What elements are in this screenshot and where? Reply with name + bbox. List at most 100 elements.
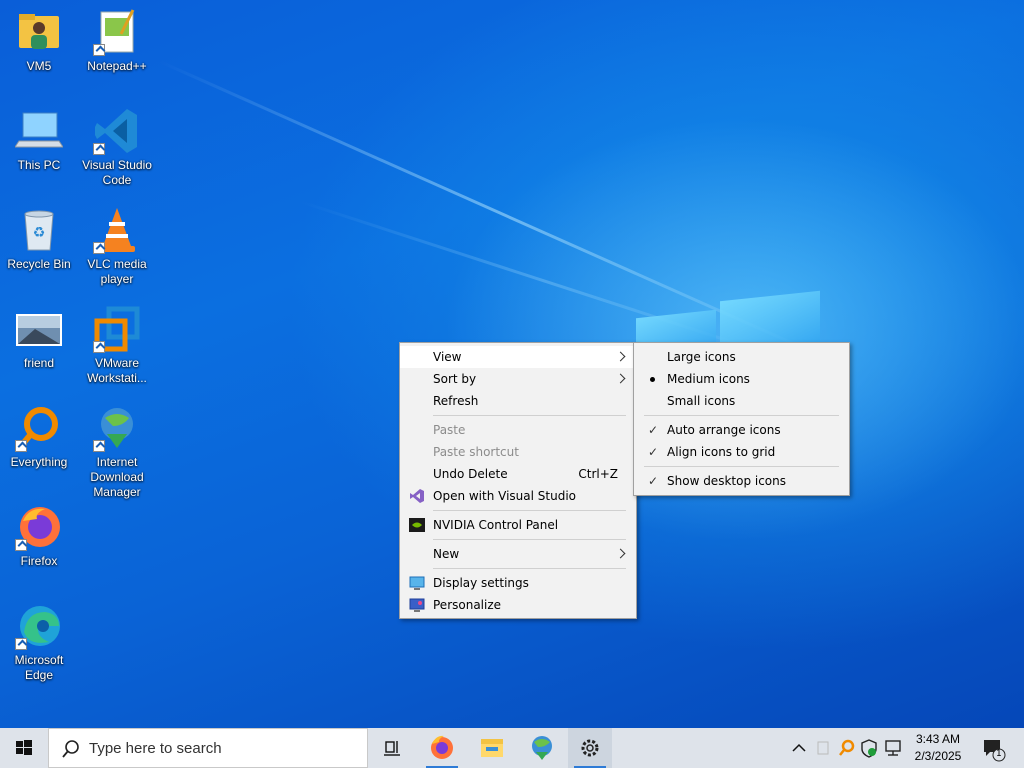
task-view-icon — [384, 741, 400, 756]
desktop-icon-notepadpp[interactable]: Notepad++ — [78, 8, 156, 74]
svg-text:♻: ♻ — [33, 225, 46, 241]
keyboard-shortcut: Ctrl+Z — [578, 467, 618, 481]
menu-item-undo-delete[interactable]: Undo Delete Ctrl+Z — [400, 463, 636, 485]
tray-security[interactable] — [858, 728, 880, 768]
menu-separator — [644, 466, 839, 467]
taskbar-file-explorer[interactable] — [470, 728, 514, 768]
settings-icon — [581, 739, 599, 757]
taskbar-settings[interactable] — [568, 728, 612, 768]
view-submenu: Large icons Medium icons Small icons ✓ Au… — [633, 342, 850, 496]
desktop-icon-everything[interactable]: Everything — [0, 404, 78, 470]
menu-item-nvidia-control-panel[interactable]: NVIDIA Control Panel — [400, 514, 636, 536]
menu-item-small-icons[interactable]: Small icons — [634, 390, 849, 412]
tray-everything[interactable] — [836, 728, 858, 768]
notification-badge: 1 — [996, 749, 1002, 759]
display-icon — [409, 575, 425, 591]
shortcut-arrow-icon — [93, 440, 105, 452]
menu-separator — [433, 568, 626, 569]
visual-studio-icon — [409, 488, 425, 504]
menu-item-refresh[interactable]: Refresh — [400, 390, 636, 412]
desktop-icon-vlc[interactable]: VLC media player — [78, 206, 156, 287]
desktop-context-menu: View Sort by Refresh Paste Paste shortcu… — [399, 342, 637, 619]
shortcut-arrow-icon — [93, 44, 105, 56]
nvidia-icon — [409, 517, 425, 533]
checkmark-icon: ✓ — [648, 474, 659, 488]
shortcut-arrow-icon — [15, 440, 27, 452]
tray-item[interactable] — [812, 728, 834, 768]
image-file-icon — [15, 305, 63, 353]
clock[interactable]: 3:43 AM 2/3/2025 — [906, 731, 970, 765]
file-explorer-icon — [481, 739, 503, 757]
menu-item-display-settings[interactable]: Display settings — [400, 572, 636, 594]
computer-icon — [14, 107, 64, 155]
menu-item-new[interactable]: New — [400, 543, 636, 565]
idm-icon — [532, 736, 552, 760]
action-center-button[interactable]: 1 — [978, 728, 1008, 768]
shortcut-arrow-icon — [15, 638, 27, 650]
clock-date: 2/3/2025 — [914, 749, 962, 763]
shortcut-arrow-icon — [93, 341, 105, 353]
desktop-icon-this-pc[interactable]: This PC — [0, 107, 78, 173]
menu-item-show-desktop-icons[interactable]: ✓ Show desktop icons — [634, 470, 849, 492]
menu-separator — [433, 539, 626, 540]
menu-item-paste-shortcut[interactable]: Paste shortcut — [400, 441, 636, 463]
search-icon — [62, 740, 79, 758]
personalize-icon — [409, 597, 425, 613]
user-folder-icon — [15, 8, 63, 56]
desktop-icon-recycle-bin[interactable]: ♻ Recycle Bin — [0, 206, 78, 272]
menu-item-auto-arrange[interactable]: ✓ Auto arrange icons — [634, 419, 849, 441]
shortcut-arrow-icon — [15, 539, 27, 551]
vlc-icon — [93, 206, 141, 254]
menu-item-paste[interactable]: Paste — [400, 419, 636, 441]
recycle-bin-icon: ♻ — [15, 206, 63, 254]
chevron-right-icon — [615, 351, 626, 362]
vmware-icon — [93, 305, 141, 353]
taskbar: Type here to search 3:43 AM 2/3/2025 1 — [0, 728, 1024, 768]
taskbar-search-box[interactable]: Type here to search — [48, 728, 368, 768]
shortcut-arrow-icon — [93, 242, 105, 254]
checkmark-icon: ✓ — [648, 423, 659, 437]
taskbar-idm[interactable] — [520, 728, 564, 768]
notepadpp-icon — [93, 8, 141, 56]
taskbar-firefox[interactable] — [420, 728, 464, 768]
desktop-icon-idm[interactable]: Internet Download Manager — [78, 404, 156, 500]
edge-icon — [15, 602, 63, 650]
desktop-icon-edge[interactable]: Microsoft Edge — [0, 602, 78, 683]
firefox-icon — [15, 503, 63, 551]
menu-item-align-to-grid[interactable]: ✓ Align icons to grid — [634, 441, 849, 463]
tray-network[interactable] — [882, 728, 904, 768]
radio-selected-icon — [650, 377, 655, 382]
start-button[interactable] — [0, 728, 48, 768]
firefox-icon — [431, 735, 453, 759]
menu-separator — [433, 415, 626, 416]
windows-security-icon — [861, 739, 877, 758]
vscode-icon — [93, 107, 141, 155]
everything-search-icon — [15, 404, 63, 452]
shortcut-arrow-icon — [93, 143, 105, 155]
menu-item-open-visual-studio[interactable]: Open with Visual Studio — [400, 485, 636, 507]
desktop-icon-vscode[interactable]: Visual Studio Code — [78, 107, 156, 188]
menu-item-view[interactable]: View — [400, 346, 636, 368]
desktop-icon-vmware[interactable]: VMware Workstati... — [78, 305, 156, 386]
desktop-icon-friend[interactable]: friend — [0, 305, 78, 371]
idm-icon — [93, 404, 141, 452]
menu-separator — [644, 415, 839, 416]
desktop-icon-firefox[interactable]: Firefox — [0, 503, 78, 569]
menu-item-medium-icons[interactable]: Medium icons — [634, 368, 849, 390]
chevron-right-icon — [615, 548, 626, 559]
menu-separator — [433, 510, 626, 511]
tray-app-icon — [817, 741, 829, 755]
menu-item-large-icons[interactable]: Large icons — [634, 346, 849, 368]
chevron-right-icon — [615, 373, 626, 384]
everything-search-icon — [839, 739, 855, 756]
show-hidden-icons-button[interactable] — [788, 728, 810, 768]
task-view-button[interactable] — [370, 728, 414, 768]
menu-item-sort-by[interactable]: Sort by — [400, 368, 636, 390]
chevron-up-icon — [792, 743, 806, 752]
search-placeholder: Type here to search — [89, 740, 222, 757]
clock-time: 3:43 AM — [915, 732, 961, 746]
desktop-icon-vm5[interactable]: VM5 — [0, 8, 78, 74]
menu-item-personalize[interactable]: Personalize — [400, 594, 636, 616]
checkmark-icon: ✓ — [648, 445, 659, 459]
notification-icon — [984, 740, 1006, 762]
